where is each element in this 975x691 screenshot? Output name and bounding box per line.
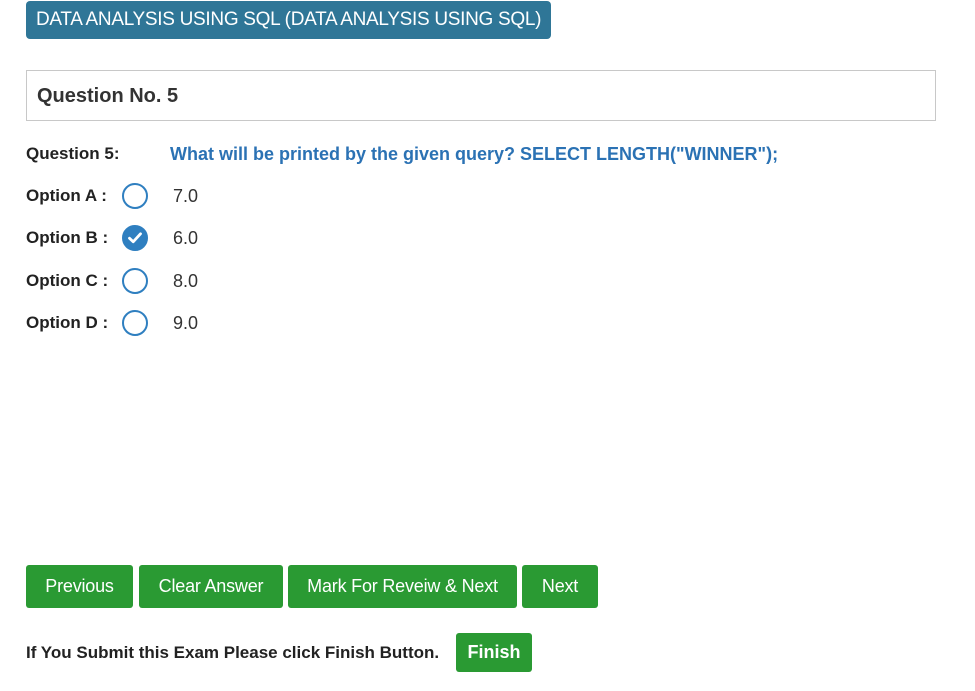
option-a-label: Option A : [26,186,107,205]
question-label: Question 5: [26,144,120,163]
finish-note: If You Submit this Exam Please click Fin… [26,643,440,662]
subject-badge: DATA ANALYSIS USING SQL (DATA ANALYSIS U… [26,1,552,39]
checkmark-icon [128,232,142,244]
option-d-row: Option D : 9.0 [26,308,326,338]
question-number-title: Question No. 5 [37,85,179,107]
option-b-label: Option B : [26,228,109,247]
option-a-radio[interactable] [122,183,148,209]
previous-button[interactable]: Previous [26,565,133,608]
option-c-radio[interactable] [122,268,148,294]
option-d-label: Option D : [26,313,109,332]
question-row: Question 5: What will be printed by the … [26,140,946,168]
question-text: What will be printed by the given query?… [170,144,779,164]
next-button[interactable]: Next [522,565,598,608]
option-a-value: 7.0 [173,186,199,206]
option-b-row: Option B : 6.0 [26,223,326,253]
option-c-row: Option C : 8.0 [26,266,326,296]
question-number-panel: Question No. 5 [26,70,936,121]
option-c-value: 8.0 [173,271,199,291]
finish-button[interactable]: Finish [456,633,532,672]
exam-page: DATA ANALYSIS USING SQL (DATA ANALYSIS U… [0,0,975,691]
option-c-label: Option C : [26,271,109,290]
option-d-radio[interactable] [122,310,148,336]
mark-review-next-button[interactable]: Mark For Reveiw & Next [288,565,517,608]
option-d-value: 9.0 [173,313,199,333]
clear-answer-button[interactable]: Clear Answer [139,565,283,608]
option-b-value: 6.0 [173,228,199,248]
option-b-radio[interactable] [122,225,148,251]
option-a-row: Option A : 7.0 [26,181,326,211]
